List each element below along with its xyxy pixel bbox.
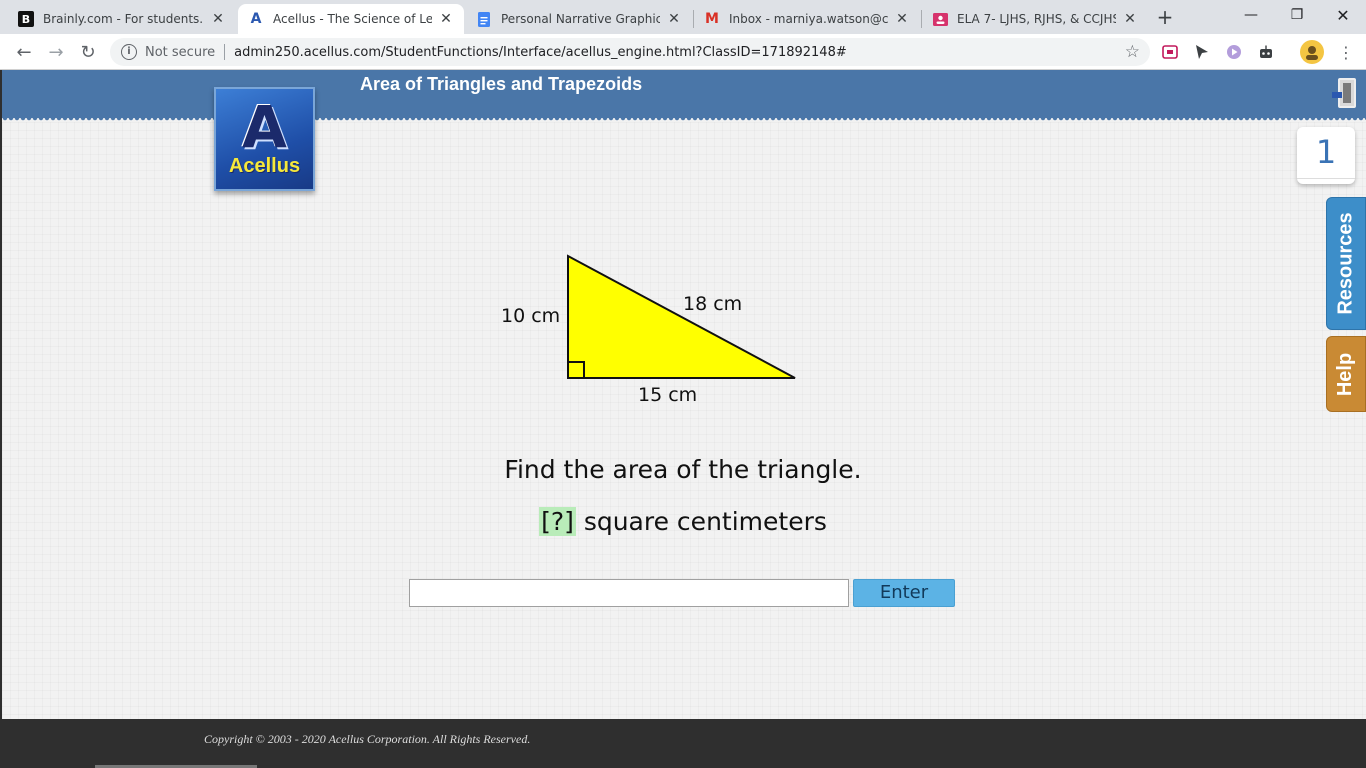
tab-acellus[interactable]: A Acellus - The Science of Learni ✕ bbox=[238, 4, 464, 34]
gmail-icon: M bbox=[705, 11, 719, 27]
unit-text: square centimeters bbox=[575, 507, 827, 536]
help-tab[interactable]: Help bbox=[1326, 336, 1366, 412]
resources-tab[interactable]: Resources bbox=[1326, 197, 1366, 330]
forward-arrow-icon[interactable]: → bbox=[44, 40, 68, 64]
page-number: 1 bbox=[1315, 133, 1337, 171]
page-number-card[interactable]: 1 bbox=[1297, 127, 1355, 184]
url-text[interactable]: admin250.acellus.com/StudentFunctions/In… bbox=[234, 45, 847, 60]
help-label: Help bbox=[1334, 352, 1357, 396]
height-label: 10 cm bbox=[501, 305, 561, 327]
lesson-header: Area of Triangles and Trapezoids bbox=[2, 70, 1366, 122]
answer-blank-placeholder: [?] bbox=[539, 507, 576, 536]
browser-toolbar: ← → ↻ i Not secure admin250.acellus.com/… bbox=[0, 34, 1366, 70]
exit-door-icon[interactable] bbox=[1332, 78, 1356, 108]
close-tab-icon[interactable]: ✕ bbox=[666, 11, 682, 27]
close-tab-icon[interactable]: ✕ bbox=[438, 11, 454, 27]
question-text: Find the area of the triangle. bbox=[504, 455, 862, 484]
close-window-icon[interactable]: ✕ bbox=[1320, 0, 1366, 30]
acellus-favicon-icon: A bbox=[250, 11, 262, 27]
tab-google-classroom[interactable]: ELA 7- LJHS, RJHS, & CCJHS ✕ bbox=[922, 4, 1148, 34]
tab-gmail[interactable]: M Inbox - marniya.watson@cone ✕ bbox=[694, 4, 920, 34]
chrome-menu-icon[interactable]: ⋮ bbox=[1336, 42, 1356, 62]
enter-button[interactable]: Enter bbox=[853, 579, 955, 607]
address-bar[interactable]: i Not secure admin250.acellus.com/Studen… bbox=[110, 38, 1150, 66]
acellus-logo-icon: A bbox=[242, 93, 287, 161]
minimize-icon[interactable]: — bbox=[1228, 0, 1274, 30]
reload-icon[interactable]: ↻ bbox=[76, 40, 100, 64]
back-arrow-icon[interactable]: ← bbox=[12, 40, 36, 64]
lesson-content: 10 cm 18 cm 15 cm bbox=[2, 122, 1366, 719]
right-triangle-shape bbox=[567, 254, 796, 379]
tab-title: Acellus - The Science of Learni bbox=[273, 12, 432, 26]
restore-icon[interactable]: ❐ bbox=[1274, 0, 1320, 30]
profile-avatar-icon[interactable] bbox=[1300, 40, 1324, 64]
page-card-divider bbox=[1297, 178, 1355, 179]
logo-wordmark: Acellus bbox=[228, 155, 301, 177]
brainly-favicon-icon: B bbox=[18, 11, 34, 27]
answer-input[interactable] bbox=[409, 579, 849, 607]
close-tab-icon[interactable]: ✕ bbox=[894, 11, 910, 27]
tab-title: Personal Narrative Graphic Org bbox=[501, 12, 660, 26]
tab-title: Brainly.com - For students. By bbox=[43, 12, 204, 26]
security-label: Not secure bbox=[145, 44, 216, 60]
close-tab-icon[interactable]: ✕ bbox=[1122, 11, 1138, 27]
tab-title: Inbox - marniya.watson@cone bbox=[729, 12, 888, 26]
copyright-text: Copyright © 2003 - 2020 Acellus Corporat… bbox=[204, 732, 531, 746]
extension-shield-icon[interactable] bbox=[1160, 42, 1180, 62]
bookmark-star-icon[interactable]: ☆ bbox=[1125, 42, 1140, 62]
google-docs-icon bbox=[476, 11, 492, 27]
close-tab-icon[interactable]: ✕ bbox=[210, 11, 226, 27]
page-footer: Copyright © 2003 - 2020 Acellus Corporat… bbox=[2, 719, 1366, 768]
browser-tab-strip: B Brainly.com - For students. By ✕ A Ace… bbox=[0, 0, 1366, 34]
extension-cursor-icon[interactable] bbox=[1192, 42, 1212, 62]
triangle-figure bbox=[567, 254, 796, 379]
tab-brainly[interactable]: B Brainly.com - For students. By ✕ bbox=[8, 4, 236, 34]
tab-google-docs[interactable]: Personal Narrative Graphic Org ✕ bbox=[466, 4, 692, 34]
hypotenuse-label: 18 cm bbox=[683, 293, 743, 315]
new-tab-plus-icon[interactable]: + bbox=[1154, 6, 1176, 28]
omnibox-divider bbox=[224, 44, 226, 60]
base-label: 15 cm bbox=[638, 384, 698, 406]
google-classroom-icon bbox=[932, 11, 948, 27]
resources-label: Resources bbox=[1334, 212, 1357, 315]
info-icon[interactable]: i bbox=[121, 44, 137, 60]
answer-prompt: [?] square centimeters bbox=[0, 507, 1366, 536]
extension-robot-icon[interactable] bbox=[1256, 42, 1276, 62]
acellus-logo: A Acellus bbox=[214, 87, 315, 191]
lesson-title: Area of Triangles and Trapezoids bbox=[360, 74, 643, 94]
extension-play-icon[interactable] bbox=[1224, 42, 1244, 62]
tab-title: ELA 7- LJHS, RJHS, & CCJHS bbox=[957, 12, 1116, 26]
